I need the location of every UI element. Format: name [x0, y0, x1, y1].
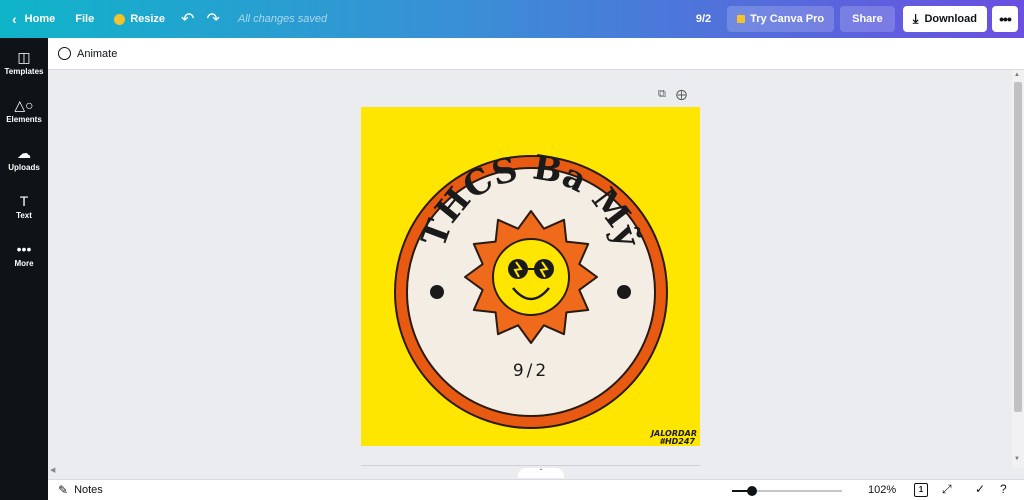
scroll-left-arrow[interactable]: ◀	[50, 466, 55, 474]
notes-label: Notes	[74, 484, 103, 496]
pages-view-button[interactable]: 1	[914, 483, 928, 497]
undo-button[interactable]: ↶	[175, 0, 200, 38]
chevron-left-icon: ‹	[12, 11, 17, 27]
show-pages-toggle[interactable]: ˆ	[518, 468, 564, 478]
sidebar-item-text[interactable]: T Text	[0, 182, 48, 230]
share-label: Share	[852, 13, 883, 25]
credit-line-2: #HD247	[659, 437, 695, 446]
sidebar-item-label: Elements	[6, 114, 42, 124]
scroll-up-arrow[interactable]: ▲	[1014, 72, 1020, 78]
uploads-icon: ☁	[17, 144, 31, 161]
file-label: File	[75, 13, 95, 25]
crown-icon	[737, 15, 746, 23]
undo-icon: ↶	[181, 11, 195, 28]
help-icon[interactable]: ?	[1000, 482, 1007, 496]
canvas-area: ⧉ ⨁ THCS Ba Mỹ 9/2 JALORDAR #HD247 ˆ	[48, 70, 1012, 478]
notes-icon: ✎	[58, 483, 69, 497]
badge-artwork: THCS Ba Mỹ 9/2 JALORDAR #HD247	[394, 148, 697, 446]
crown-icon	[114, 13, 126, 25]
check-circle-icon[interactable]: ✓	[975, 482, 985, 496]
design-page[interactable]: THCS Ba Mỹ 9/2 JALORDAR #HD247	[361, 107, 700, 446]
animate-button[interactable]: Animate	[77, 48, 117, 60]
add-page-icon[interactable]: ⨁	[676, 88, 687, 101]
sidebar-item-label: More	[14, 258, 34, 268]
try-canva-pro-button[interactable]: Try Canva Pro	[727, 6, 835, 32]
pro-label: Try Canva Pro	[750, 13, 825, 25]
sidebar-item-more[interactable]: ••• More	[0, 230, 48, 278]
more-icon: •••	[16, 240, 32, 257]
home-button[interactable]: ‹ Home	[0, 0, 65, 38]
right-dot	[617, 285, 631, 299]
download-button[interactable]: ⤓ Download	[902, 6, 987, 32]
sidebar-item-label: Uploads	[8, 162, 40, 172]
scroll-down-arrow[interactable]: ▼	[1014, 456, 1020, 462]
top-bar: ‹ Home File Resize ↶ ↷ All changes saved…	[0, 0, 1024, 38]
zoom-slider[interactable]	[732, 486, 842, 496]
left-sidebar: ◫ Templates △○ Elements ☁ Uploads T Text…	[0, 38, 48, 500]
more-options-button[interactable]: •••	[992, 6, 1018, 32]
save-status: All changes saved	[237, 13, 328, 25]
sidebar-item-elements[interactable]: △○ Elements	[0, 86, 48, 134]
duplicate-page-icon[interactable]: ⧉	[658, 88, 666, 101]
redo-icon: ↷	[206, 11, 220, 28]
resize-button[interactable]: Resize	[104, 0, 175, 38]
fullscreen-icon[interactable]: ⤢	[942, 482, 952, 497]
zoom-level[interactable]: 102%	[868, 484, 896, 496]
page-tools: ⧉ ⨁	[658, 88, 687, 101]
share-button[interactable]: Share	[840, 6, 895, 32]
sidebar-item-label: Templates	[4, 66, 44, 76]
editor-toolbar: Animate	[48, 38, 1024, 70]
download-label: Download	[924, 13, 977, 25]
download-icon: ⤓	[912, 11, 919, 26]
ellipsis-icon: •••	[999, 11, 1012, 27]
page-divider	[361, 465, 700, 466]
left-dot	[430, 285, 444, 299]
sidebar-item-templates[interactable]: ◫ Templates	[0, 38, 48, 86]
sidebar-item-label: Text	[16, 210, 32, 220]
redo-button[interactable]: ↷	[200, 0, 225, 38]
resize-label: Resize	[130, 13, 166, 25]
sidebar-item-uploads[interactable]: ☁ Uploads	[0, 134, 48, 182]
scrollbar-thumb[interactable]	[1014, 82, 1022, 412]
bottom-bar: ✎ Notes 102% 1 ⤢ ✓ ?	[48, 479, 1024, 500]
elements-icon: △○	[14, 96, 34, 113]
zoom-slider-handle[interactable]	[746, 486, 757, 496]
text-icon: T	[19, 192, 29, 209]
notes-button[interactable]: ✎ Notes	[48, 483, 103, 497]
sun-face	[492, 238, 570, 316]
chevron-up-icon: ˆ	[539, 468, 543, 477]
page-counter: 9/2	[695, 13, 712, 25]
animate-icon	[58, 47, 71, 60]
templates-icon: ◫	[17, 48, 31, 65]
home-label: Home	[24, 13, 56, 25]
class-label: 9/2	[513, 361, 549, 381]
vertical-scrollbar[interactable]: ▲ ▼	[1012, 70, 1024, 468]
file-menu-button[interactable]: File	[65, 0, 104, 38]
